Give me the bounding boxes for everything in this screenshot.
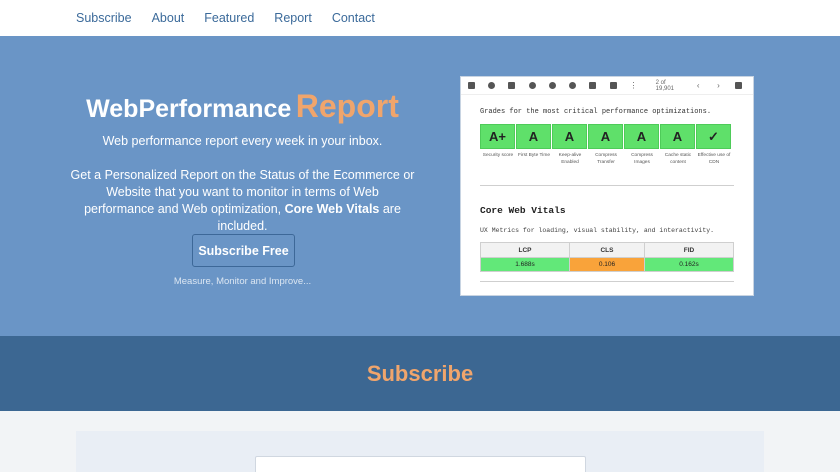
grade-value: A <box>516 124 551 149</box>
grade-label: First Byte Time <box>518 153 550 158</box>
cwv-subtitle: UX Metrics for loading, visual stability… <box>480 227 715 234</box>
cwv-value-lcp: 1.688s <box>479 257 571 272</box>
cwv-table: LCP CLS FID 1.688s 0.106 0.162s <box>479 242 735 272</box>
grade-label: Security score <box>482 153 514 158</box>
grade-item: ✓ Effective use of CDN <box>696 124 732 166</box>
subscribe-band: Subscribe <box>0 336 840 411</box>
brand-accent-text: Report <box>295 88 399 124</box>
cwv-title: Core Web Vitals <box>480 205 566 216</box>
report-spam-icon <box>485 80 497 92</box>
delete-icon <box>506 80 518 92</box>
hero-description: Get a Personalized Report on the Status … <box>70 167 415 235</box>
email-toolbar: ⋮ 2 of 19,901 ‹ › <box>461 77 753 95</box>
label-icon <box>607 80 619 92</box>
grade-label: Effective use of CDN <box>697 153 731 165</box>
subscribe-free-button[interactable]: Subscribe Free <box>192 234 295 267</box>
grade-item: A First Byte Time <box>516 124 552 166</box>
mark-unread-icon <box>526 80 538 92</box>
grades-title: Grades for the most critical performance… <box>480 108 712 116</box>
divider <box>480 281 734 282</box>
top-nav: Subscribe About Featured Report Contact <box>0 0 840 36</box>
more-vert-icon: ⋮ <box>629 81 638 90</box>
archive-icon <box>465 80 477 92</box>
divider <box>480 185 734 186</box>
table-row: 1.688s 0.106 0.162s <box>479 257 735 272</box>
hero-tagline: Web performance report every week in you… <box>102 134 383 148</box>
grade-label: Cache static content <box>664 153 692 165</box>
brand-main-text: WebPerformance <box>86 95 292 123</box>
grade-value: A <box>588 124 623 149</box>
move-to-icon <box>587 80 599 92</box>
nav-featured-link[interactable]: Featured <box>204 11 254 25</box>
grade-label: Keep-alive Enabled <box>558 153 582 165</box>
hero-section: WebPerformance Report Web performance re… <box>0 36 840 336</box>
chevron-left-icon: ‹ <box>696 81 700 90</box>
grade-item: A Compress Images <box>624 124 660 166</box>
report-preview-image: ⋮ 2 of 19,901 ‹ › Grades for the most cr… <box>460 76 754 296</box>
table-header-lcp: LCP <box>479 242 571 258</box>
cwv-value-cls: 0.106 <box>569 257 645 272</box>
brand-title: WebPerformance Report <box>70 88 415 125</box>
email-count: 2 of 19,901 <box>655 79 675 92</box>
nav-contact-link[interactable]: Contact <box>332 11 375 25</box>
grade-label: Compress Transfer <box>595 153 617 165</box>
subscribe-heading: Subscribe <box>366 360 474 386</box>
grade-item: A Keep-alive Enabled <box>552 124 588 166</box>
grades-row: A+ Security score A First Byte Time A Ke… <box>480 124 732 166</box>
subscribe-form-section <box>0 411 840 472</box>
hero-subtext: Measure, Monitor and Improve... <box>173 276 312 287</box>
keyboard-icon <box>733 80 745 92</box>
grade-value: ✓ <box>696 124 731 149</box>
grade-item: A Compress Transfer <box>588 124 624 166</box>
grade-label: Compress Images <box>631 153 653 165</box>
nav-report-link[interactable]: Report <box>274 11 312 25</box>
grade-value: A+ <box>480 124 515 149</box>
grade-value: A <box>552 124 587 149</box>
hero-description-bold: Core Web Vitals <box>284 202 380 216</box>
nav-subscribe-link[interactable]: Subscribe <box>76 11 132 25</box>
table-header-row: LCP CLS FID <box>479 242 735 258</box>
grade-item: A+ Security score <box>480 124 516 166</box>
form-container <box>255 456 586 472</box>
nav-about-link[interactable]: About <box>152 11 185 25</box>
grade-value: A <box>660 124 695 149</box>
grade-value: A <box>624 124 659 149</box>
table-header-cls: CLS <box>569 242 645 258</box>
grade-item: A Cache static content <box>660 124 696 166</box>
add-task-icon <box>566 80 578 92</box>
cwv-value-fid: 0.162s <box>643 257 735 272</box>
snooze-icon <box>546 80 558 92</box>
table-header-fid: FID <box>643 242 735 258</box>
chevron-right-icon: › <box>717 81 720 90</box>
